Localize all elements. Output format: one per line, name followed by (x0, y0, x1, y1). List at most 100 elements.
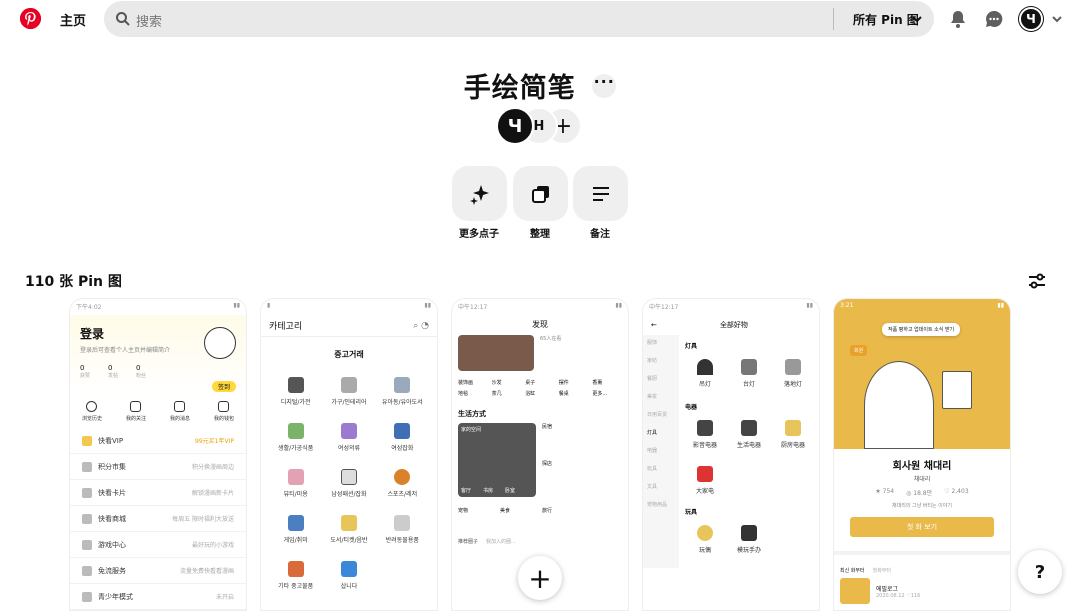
phone-status-bar: 中午12:17 ▮▮ (649, 302, 813, 311)
back-arrow-icon: ← (651, 321, 657, 329)
category-item: 게임/취미 (271, 508, 320, 550)
notes-icon (592, 186, 609, 201)
product-item: 模玩手办 (729, 518, 769, 560)
product-item: 影音电器 (685, 413, 725, 455)
search-divider (833, 8, 834, 30)
category-item: 스포츠/레저 (378, 462, 427, 504)
category-item: 디지털/가전 (271, 370, 320, 412)
section-title: 중고거래 (334, 350, 364, 359)
section-title: 生活方式 (458, 410, 486, 418)
list-item: 积分市集 积分换漫画周边 (70, 454, 246, 480)
category-item: 여성잡화 (378, 416, 427, 458)
list-item: 快看卡片 解锁漫画新卡片 (70, 480, 246, 506)
pin-card[interactable]: ▮ ▮▮ 카테고리 ⌕ ◔ 중고거래 디지털/가전 가구/인테리어 유아동/유아도… (260, 298, 438, 611)
category-item: 기타 중고물품 (271, 554, 320, 596)
character-illustration (864, 361, 934, 449)
list-item: 快看VIP 99元买1年VIP (70, 428, 246, 454)
sparkle-icon (469, 184, 489, 205)
action-label: 更多点子 (459, 229, 499, 240)
product-list: 灯具 吊灯 台灯 落地灯 电器 影音电器 生活电器 厨房电器 大家电 玩具 玩偶… (679, 335, 819, 568)
app-header: 发现 (532, 320, 548, 329)
product-item: 吊灯 (685, 352, 725, 394)
chevron-down-icon[interactable] (911, 13, 923, 25)
pinterest-logo-icon[interactable] (20, 8, 41, 29)
product-item: 大家电 (685, 459, 725, 501)
pin-count: 110 张 Pin 图 (25, 274, 122, 290)
category-item: 삽니다 (324, 554, 373, 596)
category-item: 생활/가공식품 (271, 416, 320, 458)
lifestyle-row-2: 宠物 美食 旅行 (458, 508, 553, 514)
pin-card[interactable]: 3:21 ▮▮ 작품 평하고 업데이트 소식 받기 회원 회사원 채대리 채대리 … (833, 298, 1011, 611)
phone-status-bar: 3:21 ▮▮ (840, 302, 1004, 309)
account-chevron-icon[interactable] (1051, 13, 1063, 25)
product-item: 厨房电器 (773, 413, 813, 455)
tag-grid: 装饰画 沙发 桌子 摆件 香薰 地毯 茶几 浴缸 餐桌 更多... (458, 380, 608, 397)
product-item: 生活电器 (729, 413, 769, 455)
first-episode-button: 첫 화 보기 (850, 517, 994, 537)
catalog-body: 服饰 家纺 餐厨 美妆 日用百货 灯具 电器 玩具 文具 宠物用品 灯具 吊灯 台灯 落地灯… (643, 335, 819, 568)
category-item: 반려동물용품 (378, 508, 427, 550)
organize-button[interactable] (513, 166, 568, 221)
member-badge: 회원 (850, 345, 868, 356)
bell-icon[interactable] (948, 9, 968, 29)
filter-settings-icon[interactable] (1027, 271, 1047, 291)
product-item: 玩偶 (685, 518, 725, 560)
profile-stats: 0 获赞 0 发帖 0 粉丝 (80, 364, 147, 379)
category-item: 뷰티/미용 (271, 462, 320, 504)
card: 探店 (542, 461, 553, 467)
help-button[interactable]: ? (1018, 550, 1062, 594)
search-input[interactable]: 搜索 (136, 11, 162, 30)
category-item: 도서/티켓/음반 (324, 508, 373, 550)
collaborator-avatar[interactable]: Ч (496, 107, 534, 145)
tooltip: 작품 평하고 업데이트 소식 받기 (882, 323, 961, 336)
search-icon (116, 12, 130, 26)
messages-icon[interactable] (984, 9, 1004, 29)
feed-header: 65人在看 (452, 335, 628, 371)
list-item: 快看商城 每周五 限时福利大放送 (70, 506, 246, 532)
pin-card[interactable]: 下午4:02 ▮▮ 登录 登录后可查看个人主页并编辑简介 0 获赞 0 发帖 0 粉丝 … (69, 298, 247, 611)
category-item: 여성의류 (324, 416, 373, 458)
app-header: 카테고리 ⌕ ◔ (261, 315, 437, 337)
top-bar: 主页 搜索 所有 Pin 图 Ч (0, 0, 1080, 38)
id-card-illustration (942, 371, 972, 409)
card: 家的空间 客厅 书房 卧室 (458, 423, 536, 497)
category-item: 유아동/유아도서 (378, 370, 427, 412)
list-item: 青少年模式 未开启 (70, 584, 246, 610)
side-categories: 服饰 家纺 餐厨 美妆 日用百货 灯具 电器 玩具 文具 宠物用品 (643, 335, 679, 568)
webtoon-cover: 3:21 ▮▮ 작품 평하고 업데이트 소식 받기 회원 (834, 299, 1010, 449)
action-label: 备注 (590, 229, 610, 240)
more-options-button[interactable]: ··· (592, 73, 617, 98)
phone-status-bar: 下午4:02 ▮▮ (76, 302, 240, 311)
notes-button[interactable] (573, 166, 628, 221)
search-bar[interactable]: 搜索 所有 Pin 图 (104, 1, 934, 37)
user-avatar[interactable]: Ч (1019, 7, 1043, 31)
list-item: 游戏中心 最好玩的小游戏 (70, 532, 246, 558)
episode-row: 에필로그 2020.08.12 ♡116 (834, 578, 1010, 604)
add-pin-button[interactable]: + (518, 556, 562, 600)
home-link[interactable]: 主页 (60, 10, 86, 29)
list-item: 免流服务 流量免费快看看漫画 (70, 558, 246, 584)
webtoon-info: 회사원 채대리 채대리 ★ 754 ◎ 18.8만 ♡ 2,403 채대리의 그냥 … (834, 449, 1010, 537)
checkin-badge: 签到 (211, 381, 236, 392)
shortcut-row: 浏览历史 我的关注 我的消息 我的钱包 (70, 395, 246, 428)
category-item: 남성패션/잡화 (324, 462, 373, 504)
board-header: 手绘简笔 ··· (0, 66, 1080, 105)
product-item: 落地灯 (773, 352, 813, 394)
footer: 推荐圈子 我加入的圈... (458, 539, 516, 545)
pin-card[interactable]: 中午12:17 ▮▮ ← 全部好物 服饰 家纺 餐厨 美妆 日用百货 灯具 电器 玩具 文具 … (642, 298, 820, 611)
organize-icon (531, 185, 549, 203)
app-header: ← 全部好物 (651, 321, 748, 329)
search-filter-dropdown[interactable]: 所有 Pin 图 (853, 11, 919, 28)
photo-thumbnail (458, 335, 534, 371)
profile-header: 登录 登录后可查看个人主页并编辑简介 0 获赞 0 发帖 0 粉丝 签到 (70, 315, 246, 395)
phone-status-bar: 中午12:17 ▮▮ (458, 302, 622, 311)
more-ideas-button[interactable] (452, 166, 507, 221)
card: 民宿 (542, 424, 553, 430)
search-icon: ⌕ ◔ (413, 320, 429, 331)
lifestyle-cards: 家的空间 客厅 书房 卧室 民宿 探店 (452, 423, 628, 497)
board-title: 手绘简笔 (463, 73, 576, 104)
product-item: 台灯 (729, 352, 769, 394)
category-grid: 디지털/가전 가구/인테리어 유아동/유아도서 생활/가공식품 여성의류 여성잡… (261, 366, 437, 600)
category-item: 가구/인테리어 (324, 370, 373, 412)
avatar (204, 327, 236, 359)
